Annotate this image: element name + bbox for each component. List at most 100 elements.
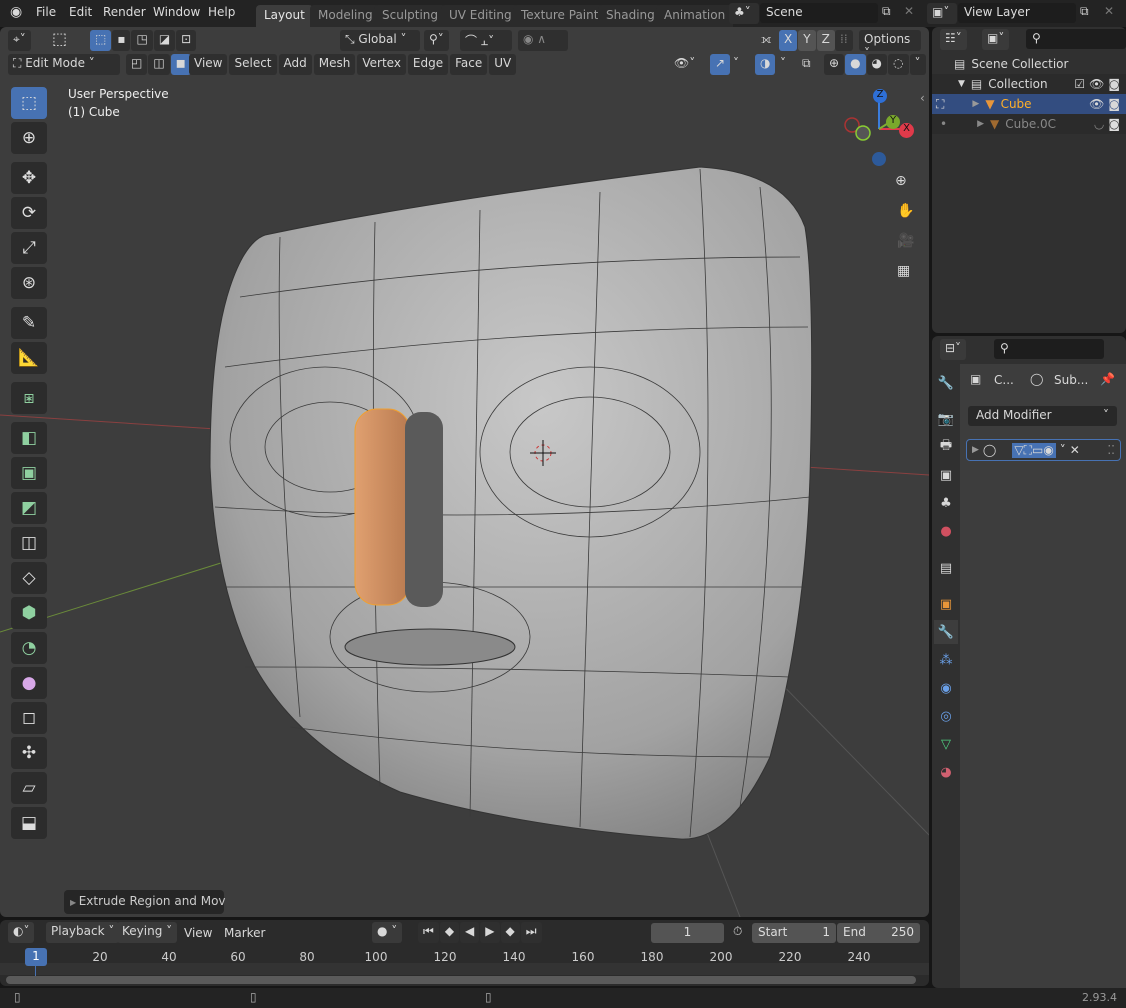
zoom-icon[interactable]: ⊕ bbox=[895, 173, 907, 189]
menu-window[interactable]: Window bbox=[153, 5, 200, 19]
tool-add-cube-icon[interactable]: ⧆ bbox=[11, 382, 47, 414]
editor-type-icon[interactable]: ◐˅ bbox=[8, 922, 35, 943]
data-properties-icon[interactable]: ▽ bbox=[934, 732, 958, 756]
menu-edge[interactable]: Edge bbox=[407, 54, 449, 75]
solid-shading-icon[interactable]: ● bbox=[845, 54, 866, 75]
tool-poly-build-icon[interactable]: ⬢ bbox=[11, 597, 47, 629]
tool-loop-cut-icon[interactable]: ◫ bbox=[11, 527, 47, 559]
options-dropdown[interactable]: Options ˅ bbox=[859, 30, 921, 60]
output-properties-icon[interactable]: 🖶 bbox=[934, 435, 958, 459]
marker-menu[interactable]: Marker bbox=[224, 926, 265, 940]
menu-uv[interactable]: UV bbox=[489, 54, 517, 75]
keying-menu[interactable]: Keying ˅ bbox=[117, 922, 178, 943]
select-subtract-icon[interactable]: ◳ bbox=[131, 30, 153, 51]
filter-icon[interactable]: ▣˅ bbox=[982, 29, 1010, 50]
tab-modeling[interactable]: Modeling bbox=[310, 5, 381, 27]
menu-render[interactable]: Render bbox=[103, 5, 146, 19]
select-tool-icon[interactable]: ⬚ bbox=[52, 29, 67, 48]
new-view-layer-icon[interactable]: ⧉ bbox=[1080, 4, 1089, 19]
material-properties-icon[interactable]: ◕ bbox=[934, 760, 958, 784]
editor-type-icon[interactable]: ⊟˅ bbox=[940, 339, 967, 360]
current-frame-field[interactable]: 1 bbox=[651, 923, 724, 943]
expand-icon[interactable]: ▼ bbox=[958, 79, 965, 89]
tab-uv-editing[interactable]: UV Editing bbox=[441, 5, 520, 27]
view-layer-selector-icon[interactable]: ▣˅ bbox=[927, 3, 957, 24]
modifier-properties-icon[interactable]: 🔧 bbox=[934, 620, 958, 644]
tool-scale-icon[interactable]: ⤢ bbox=[11, 232, 47, 264]
ortho-grid-icon[interactable]: ▦ bbox=[897, 263, 910, 279]
camera-view-icon[interactable]: 🎥 bbox=[897, 233, 914, 249]
outliner-row-cube[interactable]: ⛶ ▶ ▼ Cube 👁 ◙ bbox=[932, 94, 1126, 114]
blender-logo-icon[interactable]: ◉ bbox=[10, 4, 22, 20]
menu-select[interactable]: Select bbox=[229, 54, 277, 75]
eye-closed-icon[interactable]: ◡ bbox=[1094, 117, 1104, 131]
menu-add[interactable]: Add bbox=[278, 54, 312, 75]
tool-edge-slide-icon[interactable]: ◻ bbox=[11, 702, 47, 734]
mirror-z-button[interactable]: Z bbox=[816, 30, 835, 51]
tab-animation[interactable]: Animation bbox=[656, 5, 734, 27]
tool-smooth-icon[interactable]: ● bbox=[11, 667, 47, 699]
tool-rotate-icon[interactable]: ⟳ bbox=[11, 197, 47, 229]
timeline-scrollbar[interactable] bbox=[6, 976, 916, 984]
tab-sculpting[interactable]: Sculpting bbox=[374, 5, 447, 27]
tool-annotate-icon[interactable]: ✎ bbox=[11, 307, 47, 339]
menu-edit[interactable]: Edit bbox=[69, 5, 92, 19]
delete-scene-icon[interactable]: ✕ bbox=[904, 4, 914, 18]
pin-icon[interactable]: 📌 bbox=[1100, 372, 1115, 386]
delete-view-layer-icon[interactable]: ✕ bbox=[1104, 4, 1114, 18]
playback-menu[interactable]: Playback ˅ bbox=[46, 922, 120, 943]
timeline-view-menu[interactable]: View bbox=[184, 926, 212, 940]
select-new-icon[interactable]: ⬚ bbox=[90, 30, 112, 51]
tool-shear-icon[interactable]: ▱ bbox=[11, 772, 47, 804]
gizmo-y-axis[interactable]: Y bbox=[886, 115, 900, 129]
overlays-toggle-icon[interactable]: ◑ bbox=[755, 54, 776, 75]
tool-measure-icon[interactable]: 📐 bbox=[11, 342, 47, 374]
view-layer-properties-icon[interactable]: ▣ bbox=[934, 463, 958, 487]
particles-properties-icon[interactable]: ⁂ bbox=[934, 648, 958, 672]
camera-icon[interactable]: ◙ bbox=[1108, 97, 1120, 111]
outliner-row-collection[interactable]: ▼ ▤ Collection ☑ 👁 ◙ bbox=[932, 74, 1126, 94]
play-reverse-icon[interactable]: ◀ bbox=[460, 922, 480, 943]
rendered-shading-icon[interactable]: ◌ bbox=[888, 54, 909, 75]
menu-vertex[interactable]: Vertex bbox=[357, 54, 406, 75]
scene-name-field[interactable]: Scene bbox=[760, 3, 878, 23]
subdivision-modifier-panel[interactable]: ▶ ◯ ▽⛶▭◉ ˅ ✕ ⁚⁚ bbox=[966, 439, 1121, 461]
collection-properties-icon[interactable]: ▤ bbox=[934, 556, 958, 580]
eye-icon[interactable]: 👁 bbox=[1089, 77, 1104, 91]
gizmo-toggle-icon[interactable]: ↗ bbox=[710, 54, 731, 75]
wireframe-shading-icon[interactable]: ⊕ bbox=[824, 54, 845, 75]
tab-texture-paint[interactable]: Texture Paint bbox=[513, 5, 607, 27]
physics-properties-icon[interactable]: ◉ bbox=[934, 676, 958, 700]
tool-move-icon[interactable]: ✥ bbox=[11, 162, 47, 194]
material-shading-icon[interactable]: ◕ bbox=[866, 54, 888, 75]
3d-viewport[interactable]: Z Y X ⊕ ✋ 🎥 ▦ ‹ ⌖˅ ⬚ ⬚ ▪ ◳ ◪ ⊡ ⤡ Global … bbox=[0, 27, 929, 917]
world-properties-icon[interactable]: ● bbox=[934, 519, 958, 543]
menu-mesh[interactable]: Mesh bbox=[313, 54, 356, 75]
select-intersect-icon[interactable]: ⊡ bbox=[176, 30, 197, 51]
select-invert-icon[interactable]: ◪ bbox=[153, 30, 176, 51]
chevron-down-icon[interactable]: ˅ bbox=[1060, 443, 1066, 457]
tool-knife-icon[interactable]: ◇ bbox=[11, 562, 47, 594]
tool-select-box-icon[interactable]: ⬚ bbox=[11, 87, 47, 119]
menu-help[interactable]: Help bbox=[208, 5, 235, 19]
timeline-track[interactable] bbox=[0, 963, 929, 975]
mode-dropdown[interactable]: ⛶ Edit Mode ˅ bbox=[8, 54, 120, 75]
menu-face[interactable]: Face bbox=[450, 54, 488, 75]
display-mode-icon[interactable]: ☷˅ bbox=[940, 29, 967, 50]
mirror-y-button[interactable]: Y bbox=[798, 30, 816, 51]
remove-modifier-icon[interactable]: ✕ bbox=[1070, 443, 1080, 457]
tool-cursor-icon[interactable]: ⊕ bbox=[11, 122, 47, 154]
outliner-row-scene-collection[interactable]: ▤ Scene Collectior bbox=[932, 54, 1126, 74]
jump-end-icon[interactable]: ⏭ bbox=[520, 922, 542, 943]
play-icon[interactable]: ▶ bbox=[480, 922, 500, 943]
drag-handle-icon[interactable]: ⁚⁚ bbox=[1107, 443, 1115, 457]
render-properties-icon[interactable]: 📷 bbox=[934, 407, 958, 431]
gizmo-dropdown-icon[interactable]: ˅ bbox=[733, 56, 739, 70]
prev-keyframe-icon[interactable]: ◆ bbox=[439, 922, 460, 943]
last-operator-panel[interactable]: ▶ Extrude Region and Mov bbox=[64, 890, 226, 914]
gizmo-x-axis[interactable]: X bbox=[899, 123, 914, 138]
select-extend-icon[interactable]: ▪ bbox=[112, 30, 131, 51]
tab-layout[interactable]: Layout bbox=[256, 5, 313, 27]
menu-view[interactable]: View bbox=[189, 54, 228, 75]
eye-icon[interactable]: 👁 bbox=[1089, 97, 1104, 111]
